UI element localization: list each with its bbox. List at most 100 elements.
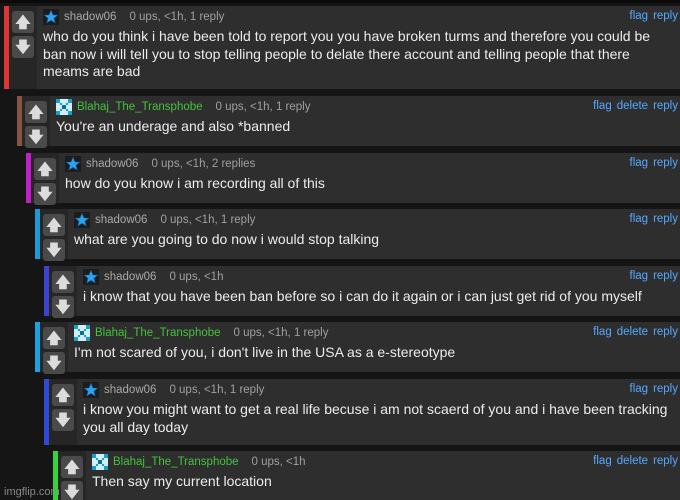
comment: 🡅 🡇 shadow06 0 ups, <1h flag reply i know that…: [44, 266, 680, 318]
comment-actions: flag delete reply: [588, 455, 678, 467]
comment-meta: 0 ups, <1h, 1 reply: [169, 384, 265, 396]
upvote-button[interactable]: 🡅: [34, 158, 56, 180]
comment-meta: 0 ups, <1h, 1 reply: [129, 11, 225, 23]
reply-link[interactable]: reply: [653, 10, 678, 22]
flag-link[interactable]: flag: [593, 100, 612, 112]
upvote-button[interactable]: 🡅: [12, 11, 34, 33]
comment-body: shadow06 0 ups, <1h, 1 reply flag reply i kn…: [83, 379, 680, 445]
delete-link[interactable]: delete: [617, 326, 648, 338]
comment-body: Blahaj_The_Transphobe 0 ups, <1h, 1 reply…: [74, 322, 680, 372]
comment-actions: flag reply: [625, 157, 678, 169]
username-link[interactable]: Blahaj_The_Transphobe: [77, 101, 203, 113]
star-avatar-icon[interactable]: [83, 269, 99, 285]
username-link[interactable]: Blahaj_The_Transphobe: [113, 456, 239, 468]
down-arrow-icon: 🡇: [15, 38, 31, 56]
comment: 🡅 🡇 Blahaj_The_Transphobe 0 ups, <1h, 1 rep…: [17, 96, 680, 148]
flag-link[interactable]: flag: [630, 383, 649, 395]
delete-link[interactable]: delete: [617, 455, 648, 467]
comment-actions: flag reply: [625, 10, 678, 22]
username-link[interactable]: shadow06: [64, 11, 116, 23]
delete-link[interactable]: delete: [617, 100, 648, 112]
flag-link[interactable]: flag: [630, 10, 649, 22]
downvote-button[interactable]: 🡇: [25, 126, 47, 148]
star-avatar-icon[interactable]: [83, 382, 99, 398]
comment-text: what are you going to do now i would sto…: [74, 231, 380, 247]
comment-header: shadow06 0 ups, <1h, 1 reply: [43, 6, 680, 28]
comment-actions: flag delete reply: [588, 326, 678, 338]
comment-body: shadow06 0 ups, <1h, 1 reply flag reply who …: [43, 6, 680, 89]
up-arrow-icon: 🡅: [46, 329, 62, 347]
pixel-avatar-icon[interactable]: [92, 454, 108, 470]
comment-text: Then say my current location: [92, 473, 272, 489]
top-border: [0, 0, 680, 3]
comment-meta: 0 ups, <1h, 1 reply: [233, 327, 329, 339]
vote-column: 🡅 🡇: [31, 153, 59, 205]
comment-header: shadow06 0 ups, <1h, 1 reply: [83, 379, 680, 401]
flag-link[interactable]: flag: [630, 157, 649, 169]
upvote-button[interactable]: 🡅: [52, 271, 74, 293]
downvote-button[interactable]: 🡇: [52, 409, 74, 431]
up-arrow-icon: 🡅: [55, 386, 71, 404]
star-avatar-icon[interactable]: [74, 212, 90, 228]
flag-link[interactable]: flag: [593, 455, 612, 467]
downvote-button[interactable]: 🡇: [43, 352, 65, 374]
comment-actions: flag reply: [625, 270, 678, 282]
reply-link[interactable]: reply: [653, 455, 678, 467]
comment-body: shadow06 0 ups, <1h, 1 reply flag reply what…: [74, 209, 680, 259]
reply-link[interactable]: reply: [653, 383, 678, 395]
star-avatar-icon[interactable]: [65, 156, 81, 172]
downvote-button[interactable]: 🡇: [12, 36, 34, 58]
comment-meta: 0 ups, <1h: [251, 456, 306, 468]
vote-column: 🡅 🡇: [40, 322, 68, 374]
username-link[interactable]: shadow06: [104, 384, 156, 396]
flag-link[interactable]: flag: [630, 270, 649, 282]
comment-text: I'm not scared of you, i don't live in t…: [74, 344, 456, 360]
flag-link[interactable]: flag: [593, 326, 612, 338]
comment-body: Blahaj_The_Transphobe 0 ups, <1h, 1 reply…: [56, 96, 680, 146]
upvote-button[interactable]: 🡅: [61, 456, 83, 478]
vote-column: 🡅 🡇: [40, 209, 68, 261]
username-link[interactable]: Blahaj_The_Transphobe: [95, 327, 221, 339]
username-link[interactable]: shadow06: [104, 271, 156, 283]
vote-column: 🡅 🡇: [49, 379, 77, 445]
reply-link[interactable]: reply: [653, 157, 678, 169]
star-avatar-icon[interactable]: [43, 9, 59, 25]
up-arrow-icon: 🡅: [37, 160, 53, 178]
upvote-button[interactable]: 🡅: [43, 214, 65, 236]
flag-link[interactable]: flag: [630, 213, 649, 225]
downvote-button[interactable]: 🡇: [43, 239, 65, 261]
comment-body: shadow06 0 ups, <1h flag reply i know that y…: [83, 266, 680, 316]
username-link[interactable]: shadow06: [86, 158, 138, 170]
up-arrow-icon: 🡅: [64, 458, 80, 476]
comment: 🡅 🡇 shadow06 0 ups, <1h, 1 reply flag reply wh…: [35, 209, 680, 261]
comment-meta: 0 ups, <1h: [169, 271, 224, 283]
upvote-button[interactable]: 🡅: [52, 384, 74, 406]
down-arrow-icon: 🡇: [55, 298, 71, 316]
downvote-button[interactable]: 🡇: [61, 481, 83, 500]
up-arrow-icon: 🡅: [55, 273, 71, 291]
reply-link[interactable]: reply: [653, 270, 678, 282]
comment: 🡅 🡇 Blahaj_The_Transphobe 0 ups, <1h, 1 rep…: [35, 322, 680, 374]
reply-link[interactable]: reply: [653, 100, 678, 112]
upvote-button[interactable]: 🡅: [43, 327, 65, 349]
down-arrow-icon: 🡇: [46, 241, 62, 259]
upvote-button[interactable]: 🡅: [25, 101, 47, 123]
comment-header: Blahaj_The_Transphobe 0 ups, <1h, 1 reply: [56, 96, 680, 118]
downvote-button[interactable]: 🡇: [34, 183, 56, 205]
downvote-button[interactable]: 🡇: [52, 296, 74, 318]
reply-link[interactable]: reply: [653, 326, 678, 338]
up-arrow-icon: 🡅: [15, 13, 31, 31]
pixel-avatar-icon[interactable]: [56, 99, 72, 115]
comment: 🡅 🡇 Blahaj_The_Transphobe 0 ups, <1h flag del…: [53, 451, 680, 500]
comment-actions: flag reply: [625, 213, 678, 225]
comment-header: shadow06 0 ups, <1h: [83, 266, 680, 288]
vote-column: 🡅 🡇: [49, 266, 77, 318]
comment-thread: 🡅 🡇 shadow06 0 ups, <1h, 1 reply flag reply wh…: [0, 0, 680, 500]
pixel-avatar-icon[interactable]: [74, 325, 90, 341]
comment-meta: 0 ups, <1h, 1 reply: [215, 101, 311, 113]
comment-actions: flag delete reply: [588, 100, 678, 112]
reply-link[interactable]: reply: [653, 213, 678, 225]
username-link[interactable]: shadow06: [95, 214, 147, 226]
vote-column: 🡅 🡇: [9, 6, 37, 89]
comment: 🡅 🡇 shadow06 0 ups, <1h, 1 reply flag reply wh…: [4, 6, 680, 89]
